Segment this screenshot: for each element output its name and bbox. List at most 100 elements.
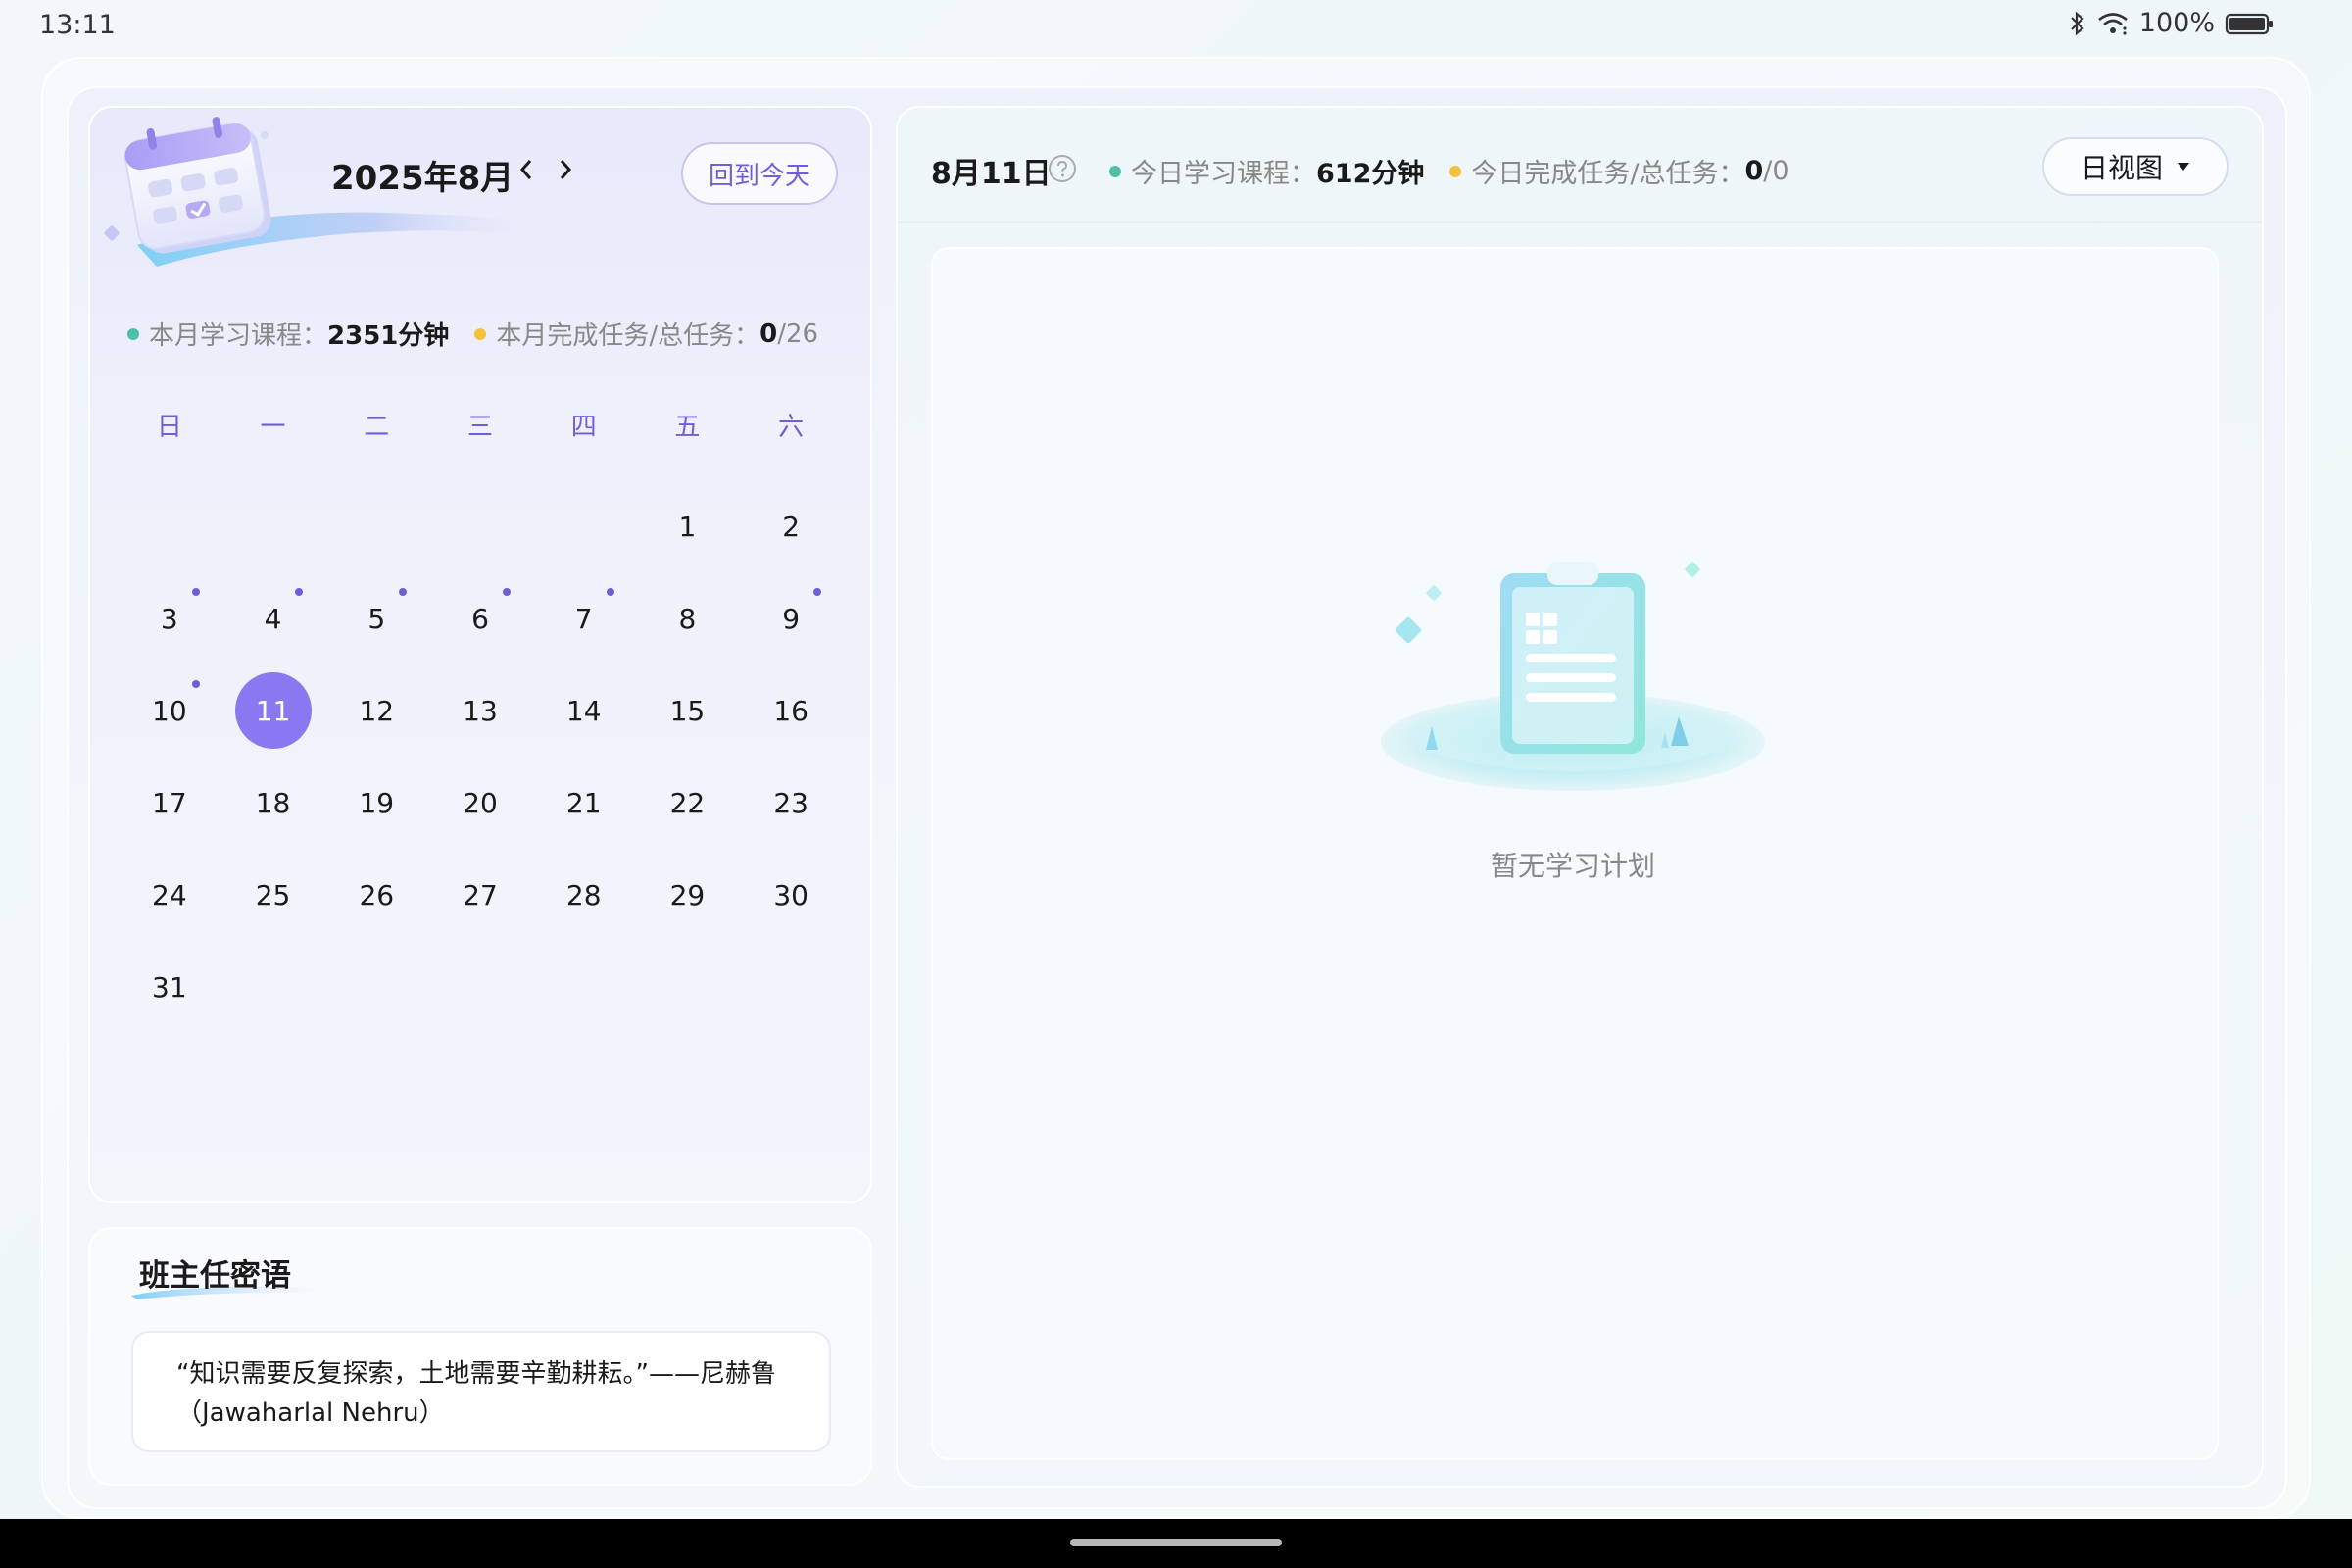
battery-percent: 100%	[2138, 8, 2215, 38]
calendar-day-number: 1	[678, 510, 697, 543]
calendar-day-number: 16	[773, 694, 808, 727]
month-title: 2025年8月	[331, 159, 514, 198]
calendar-day[interactable]: 29	[636, 849, 740, 941]
calendar-day-number: 20	[463, 786, 498, 819]
day-course-label: 今日学习课程：	[1131, 159, 1316, 189]
empty-state-text: 暂无学习计划	[1490, 850, 1655, 882]
caret-down-icon	[2178, 163, 2189, 171]
calendar-day[interactable]: 17	[118, 757, 221, 849]
month-task-label: 本月完成任务/总任务：	[496, 321, 760, 351]
course-dot	[127, 327, 139, 340]
calendar-day[interactable]: 23	[739, 757, 843, 849]
calendar-day[interactable]: 20	[428, 757, 532, 849]
course-dot	[1109, 165, 1121, 177]
calendar-blank-cell	[118, 480, 221, 572]
calendar-day[interactable]: 25	[221, 849, 325, 941]
view-mode-label: 日视图	[2080, 152, 2163, 184]
calendar-day[interactable]: 19	[324, 757, 428, 849]
status-time: 13:11	[39, 10, 116, 40]
calendar-day[interactable]: 6	[428, 572, 532, 664]
day-task-total: /0	[1763, 156, 1789, 186]
calendar-day-number: 26	[359, 878, 395, 911]
calendar-day-number: 18	[255, 786, 291, 819]
weekday-label: 日	[156, 413, 182, 442]
weekday-header: 日 一 二 三 四 五 六	[118, 407, 843, 443]
status-bar: 13:11 100%	[0, 0, 2352, 49]
calendar-blank-cell	[324, 480, 428, 572]
battery-icon	[2225, 11, 2274, 36]
calendar-day-number: 31	[152, 970, 187, 1004]
calendar-day[interactable]: 15	[636, 664, 740, 757]
calendar-day[interactable]: 27	[428, 849, 532, 941]
calendar-day-number: 27	[463, 878, 498, 911]
calendar-day-number: 12	[359, 694, 395, 727]
calendar-day-number: 15	[669, 694, 706, 727]
calendar-day[interactable]: 2	[739, 480, 843, 572]
task-dot	[1449, 165, 1462, 177]
wifi-icon	[2096, 11, 2130, 36]
calendar-blank-cell	[428, 480, 532, 572]
month-course-label: 本月学习课程：	[149, 321, 328, 351]
calendar-day-number: 14	[565, 694, 602, 727]
calendar-day-number: 23	[773, 786, 808, 819]
calendar-day[interactable]: 21	[532, 757, 636, 849]
task-marker-dot	[813, 588, 821, 596]
month-course-value: 2351分钟	[327, 321, 450, 351]
calendar-day-number: 19	[359, 786, 395, 819]
calendar-day[interactable]: 3	[118, 572, 221, 664]
calendar-day-selected[interactable]: 11	[221, 664, 325, 757]
home-gesture-handle[interactable]	[1070, 1539, 1282, 1546]
calendar-day-number: 21	[565, 786, 602, 819]
empty-clipboard-icon	[1381, 562, 1765, 791]
calendar-day-number: 22	[669, 786, 706, 819]
calendar-day[interactable]: 24	[118, 849, 221, 941]
calendar-day[interactable]: 26	[324, 849, 428, 941]
calendar-day[interactable]: 4	[221, 572, 325, 664]
calendar-day[interactable]: 9	[739, 572, 843, 664]
calendar-day-number: 11	[234, 672, 312, 749]
day-stats: 今日学习课程： 612分钟 今日完成任务/总任务： 0 /0	[1109, 152, 1789, 190]
calendar-day[interactable]: 1	[636, 480, 740, 572]
help-icon[interactable]	[1047, 153, 1078, 184]
calendar-day[interactable]: 13	[428, 664, 532, 757]
calendar-day[interactable]: 5	[324, 572, 428, 664]
calendar-days-grid: 1 2 3 4 5 6 7 8 9 10 11 12 13 14 15 16 17 18 19 20 21 22 23 24 2…	[118, 480, 843, 1033]
view-mode-dropdown[interactable]: 日视图	[2042, 137, 2229, 196]
calendar-day-number: 2	[782, 510, 801, 543]
calendar-day[interactable]: 18	[221, 757, 325, 849]
calendar-day-number: 28	[565, 878, 602, 911]
calendar-day[interactable]: 31	[118, 941, 221, 1033]
calendar-day-number: 17	[152, 786, 187, 819]
calendar-day[interactable]: 16	[739, 664, 843, 757]
month-task-total: /26	[777, 318, 819, 349]
next-month-button[interactable]	[551, 152, 580, 187]
calendar-blank-cell	[221, 480, 325, 572]
calendar-day[interactable]: 30	[739, 849, 843, 941]
weekday-label: 一	[260, 413, 286, 442]
weekday-label: 六	[778, 413, 805, 442]
back-to-today-button[interactable]: 回到今天	[681, 142, 838, 205]
calendar-day[interactable]: 10	[118, 664, 221, 757]
prev-month-button[interactable]	[512, 152, 541, 187]
day-course-value: 612分钟	[1316, 159, 1425, 189]
task-marker-dot	[191, 680, 200, 688]
calendar-day[interactable]: 22	[636, 757, 740, 849]
calendar-day[interactable]: 12	[324, 664, 428, 757]
calendar-day-number: 25	[255, 878, 291, 911]
calendar-day[interactable]: 7	[532, 572, 636, 664]
calendar-day[interactable]: 14	[532, 664, 636, 757]
quote-title: 班主任密语	[139, 1258, 291, 1294]
bluetooth-icon	[2069, 11, 2086, 36]
weekday-label: 三	[466, 413, 493, 442]
status-icons: 100%	[2069, 8, 2274, 38]
selected-date-title: 8月11日	[931, 157, 1052, 191]
calendar-day[interactable]: 8	[636, 572, 740, 664]
month-task-done: 0	[760, 318, 778, 349]
calendar-blank-cell	[532, 480, 636, 572]
task-marker-dot	[191, 588, 200, 596]
calendar-day-number: 13	[463, 694, 498, 727]
month-stats: 本月学习课程： 2351分钟 本月完成任务/总任务： 0 /26	[127, 316, 818, 352]
calendar-day[interactable]: 28	[532, 849, 636, 941]
weekday-label: 四	[570, 413, 597, 442]
weekday-label: 五	[674, 413, 701, 442]
